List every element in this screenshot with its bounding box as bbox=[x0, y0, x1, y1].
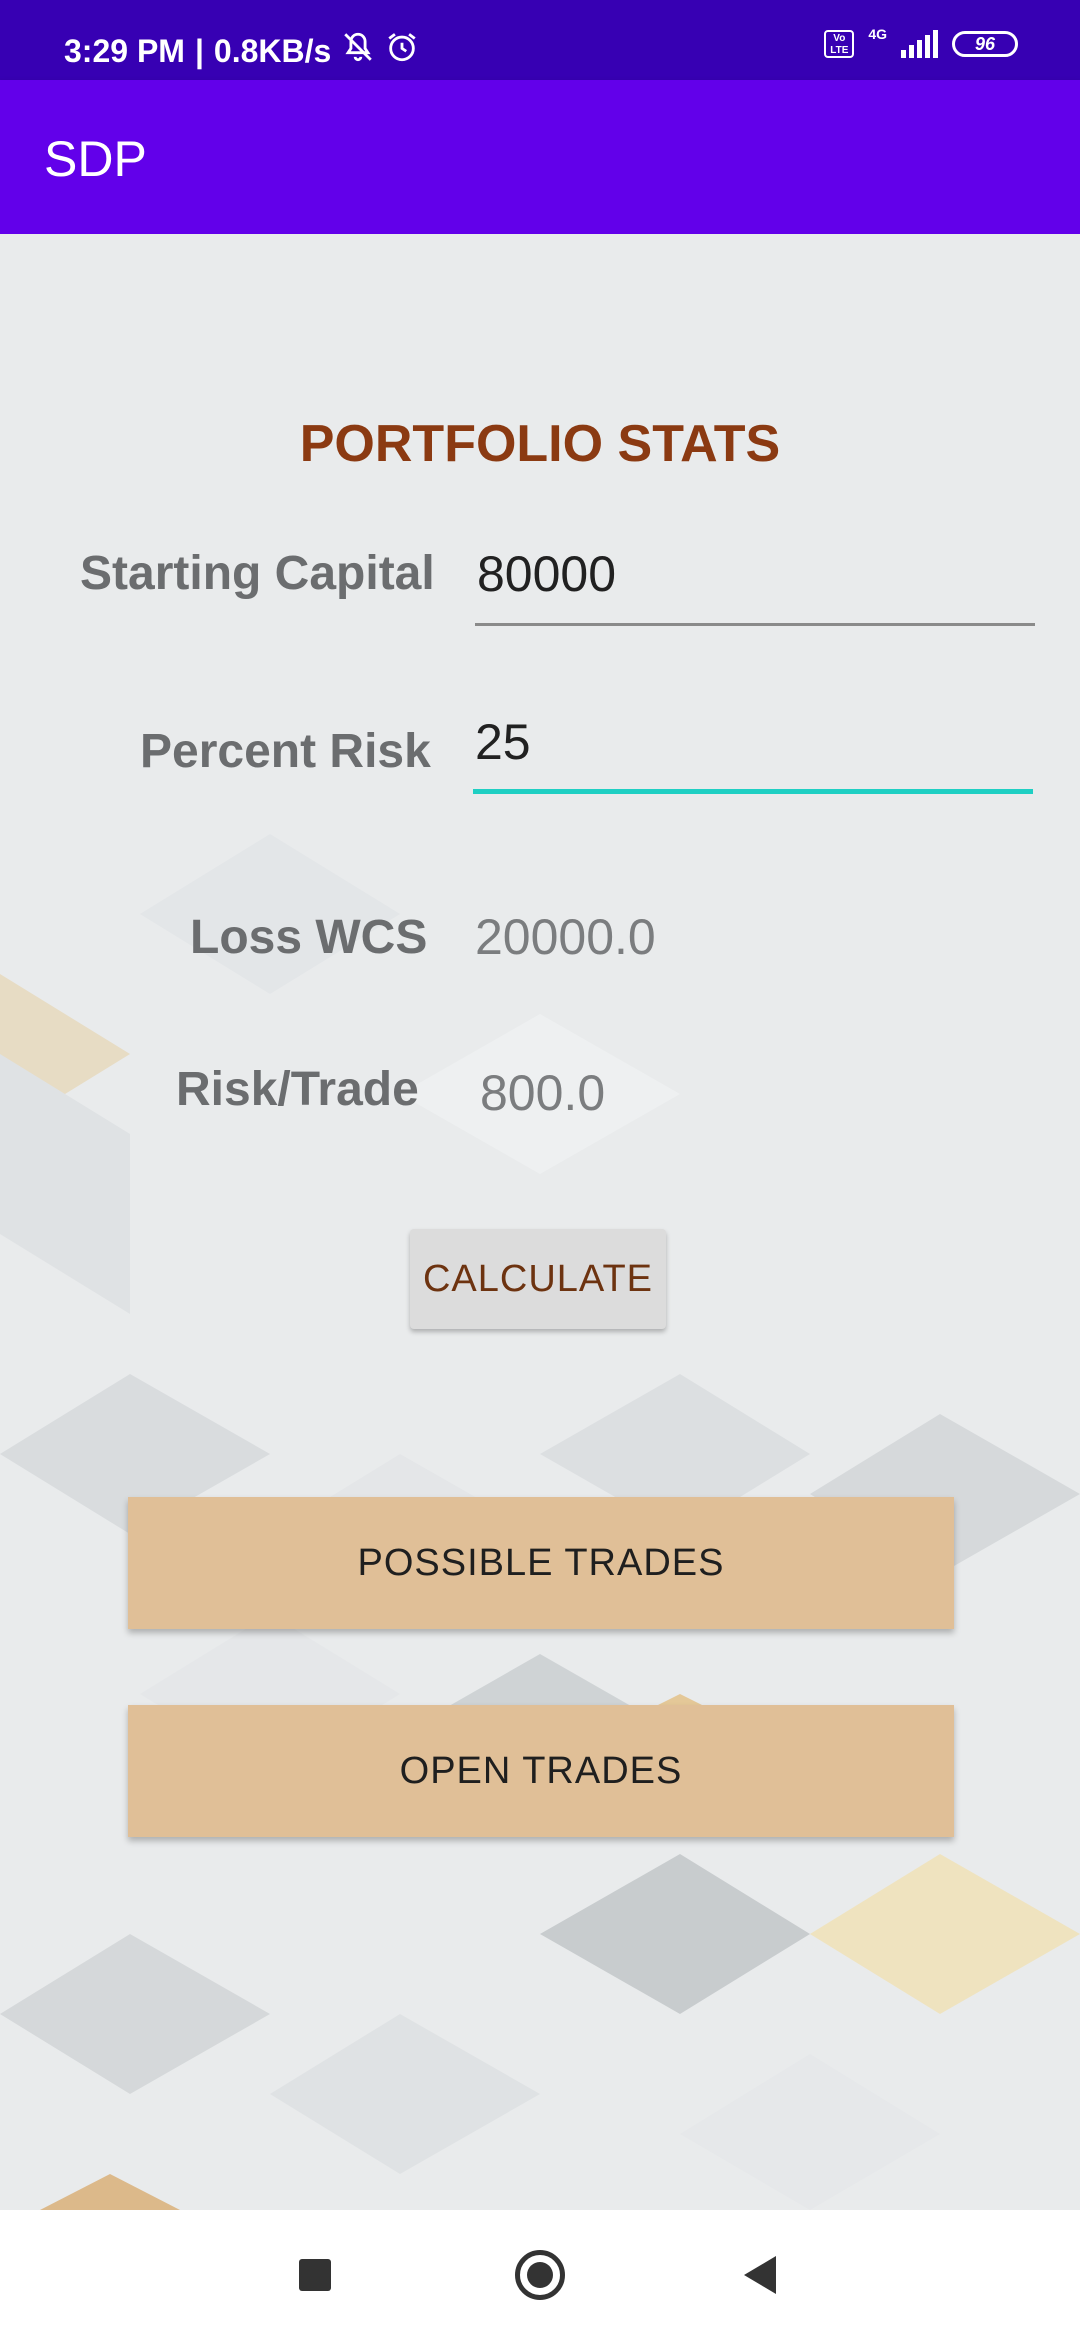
main-content: PORTFOLIO STATS Starting Capital 80000 P… bbox=[0, 234, 1080, 2210]
risk-trade-label: Risk/Trade bbox=[176, 1063, 419, 1116]
network-speed: 0.8KB/s bbox=[213, 32, 332, 69]
status-right: Vo LTE 4G 96 bbox=[824, 26, 1018, 58]
section-title: PORTFOLIO STATS bbox=[299, 415, 781, 473]
back-icon[interactable] bbox=[744, 2256, 776, 2294]
status-left: 3:29 PM | 0.8KB/s bbox=[64, 30, 419, 72]
starting-capital-label: Starting Capital bbox=[80, 547, 435, 600]
signal-icon bbox=[901, 30, 938, 58]
background-pattern bbox=[0, 834, 1080, 2210]
volte-icon: Vo LTE bbox=[824, 30, 855, 58]
risk-trade-value: 800.0 bbox=[480, 1065, 606, 1121]
network-type: 4G bbox=[868, 26, 887, 42]
percent-risk-label: Percent Risk bbox=[140, 725, 431, 778]
loss-wcs-label: Loss WCS bbox=[190, 911, 428, 964]
percent-risk-input[interactable]: 25 bbox=[473, 702, 1033, 794]
mute-icon bbox=[341, 30, 375, 72]
status-time: 3:29 PM bbox=[64, 32, 185, 69]
battery-icon: 96 bbox=[952, 31, 1018, 57]
status-separator: | bbox=[194, 32, 204, 69]
status-bar: 3:29 PM | 0.8KB/s Vo LTE 4G 96 bbox=[0, 0, 1080, 80]
calculate-button[interactable]: CALCULATE bbox=[410, 1229, 666, 1329]
navigation-bar bbox=[0, 2210, 1080, 2340]
alarm-icon bbox=[385, 30, 419, 72]
app-bar: SDP bbox=[0, 80, 1080, 234]
home-icon[interactable] bbox=[515, 2250, 565, 2300]
app-title: SDP bbox=[44, 131, 147, 187]
recents-icon[interactable] bbox=[299, 2259, 331, 2291]
possible-trades-button[interactable]: POSSIBLE TRADES bbox=[128, 1497, 954, 1629]
starting-capital-input[interactable]: 80000 bbox=[475, 534, 1035, 626]
loss-wcs-value: 20000.0 bbox=[475, 909, 656, 965]
open-trades-button[interactable]: OPEN TRADES bbox=[128, 1705, 954, 1837]
